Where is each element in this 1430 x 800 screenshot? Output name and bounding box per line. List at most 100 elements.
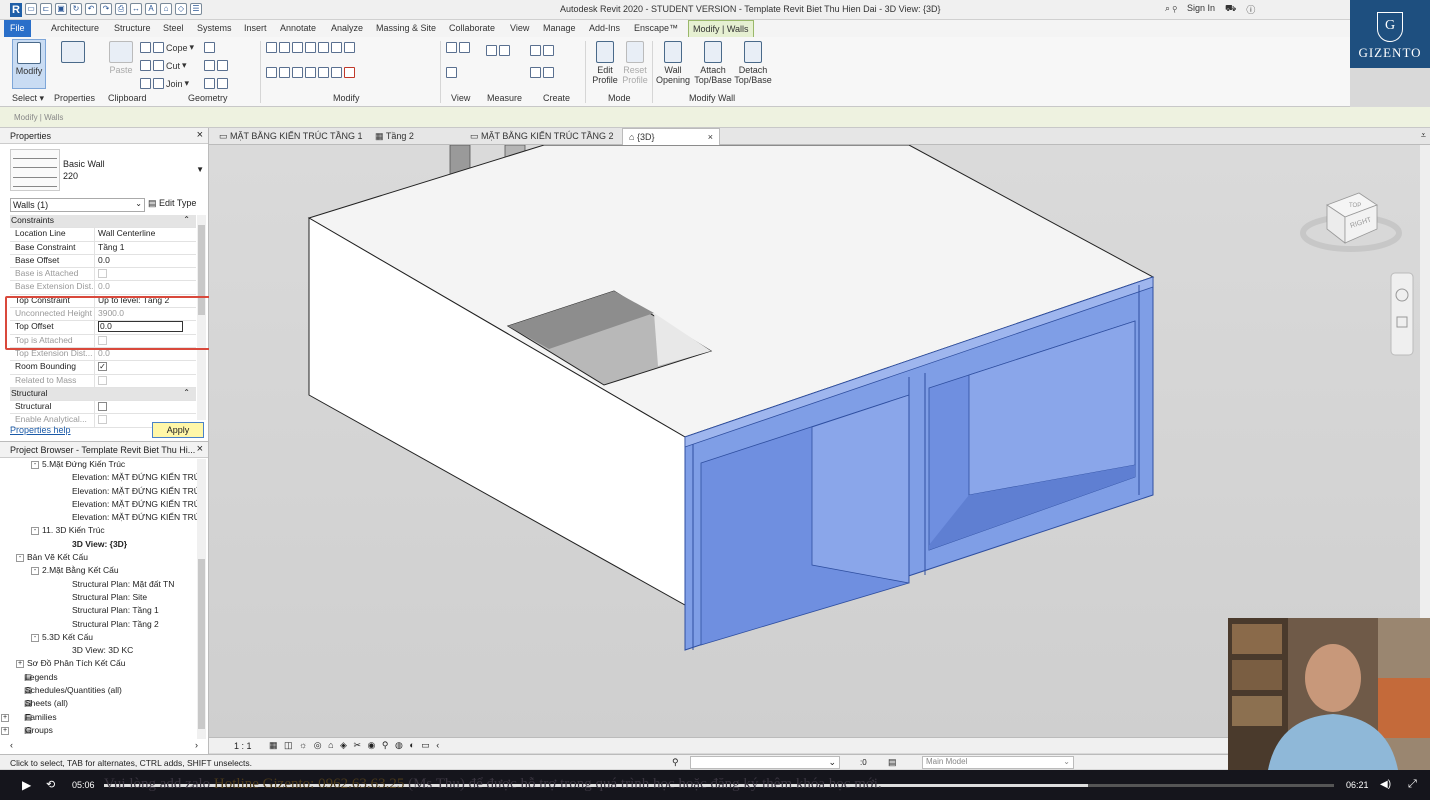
browser-tree-item[interactable]: 3D View: 3D KC bbox=[0, 645, 198, 658]
property-value[interactable]: Tầng 1 bbox=[95, 242, 196, 254]
play-icon[interactable]: ▶ bbox=[22, 778, 31, 792]
property-checkbox[interactable]: ✓ bbox=[98, 362, 107, 372]
browser-tree-item[interactable]: Legends ▤ bbox=[0, 672, 198, 685]
ribbon-tab-add-ins[interactable]: Add-Ins bbox=[589, 23, 620, 33]
tab-level-2[interactable]: ▦ Tầng 2 bbox=[369, 128, 420, 145]
browser-tree-item[interactable]: Structural Plan: Tầng 1 bbox=[0, 605, 198, 618]
browser-tree-item[interactable]: + Families ▤ bbox=[0, 712, 198, 725]
redo-icon[interactable]: ↷ bbox=[100, 3, 112, 15]
workset-select[interactable]: ⌄ bbox=[690, 756, 840, 769]
tab-3d-view[interactable]: ⌂ {3D} × bbox=[622, 128, 720, 145]
browser-hscrollbar[interactable]: ‹ › bbox=[10, 740, 198, 750]
help-icon[interactable]: ⓘ bbox=[1246, 3, 1255, 16]
volume-icon[interactable]: ◀) bbox=[1380, 779, 1391, 790]
design-options-icon[interactable]: ▤ bbox=[888, 757, 897, 768]
navigation-bar[interactable] bbox=[1390, 272, 1414, 356]
collapse-icon[interactable]: ⌃ bbox=[183, 215, 196, 227]
undo-icon[interactable]: ↶ bbox=[85, 3, 97, 15]
edit-type-button[interactable]: ▤ Edit Type bbox=[148, 198, 204, 212]
browser-tree-item[interactable]: Elevation: MẶT ĐỨNG KIẾN TRÚ bbox=[0, 512, 200, 525]
type-selector[interactable]: Basic Wall 220 ▼ bbox=[10, 147, 206, 193]
wall-opening-button[interactable]: Wall Opening bbox=[654, 39, 692, 89]
ribbon-tab-file[interactable]: File bbox=[4, 20, 31, 37]
expand-icon[interactable]: + bbox=[16, 660, 24, 669]
group-select[interactable]: Select ▾ bbox=[12, 93, 44, 104]
tab-floor-plan-1[interactable]: ▭ MẶT BẰNG KIẾN TRÚC TẦNG 1 bbox=[213, 128, 369, 145]
cope-button[interactable]: Cope ▾ bbox=[140, 42, 194, 53]
instance-filter-select[interactable]: Walls (1) ⌄ bbox=[10, 198, 145, 212]
collapse-icon[interactable]: ⌃ bbox=[183, 388, 196, 400]
ribbon-tab-analyze[interactable]: Analyze bbox=[331, 23, 363, 33]
join-button[interactable]: Join ▾ bbox=[140, 78, 189, 89]
search-icon[interactable]: ⌕ ⚲ bbox=[1165, 3, 1177, 16]
ribbon-tab-insert[interactable]: Insert bbox=[244, 23, 267, 33]
browser-tree-item[interactable]: -11. 3D Kiến Trúc bbox=[0, 525, 198, 538]
browser-tree-item[interactable]: + Groups ▤ bbox=[0, 725, 198, 738]
paste-button[interactable]: Paste bbox=[104, 39, 138, 89]
geometry-tools-c[interactable] bbox=[204, 78, 228, 89]
property-row[interactable]: Base Offset 0.0 bbox=[10, 254, 196, 269]
ribbon-tab-collaborate[interactable]: Collaborate bbox=[449, 23, 495, 33]
browser-tree-item[interactable]: 3D View: {3D} bbox=[0, 539, 198, 552]
collapse-icon[interactable]: - bbox=[31, 633, 39, 642]
collapse-icon[interactable]: - bbox=[31, 567, 39, 576]
browser-scrollbar[interactable] bbox=[197, 459, 206, 739]
property-row[interactable]: Base Constraint Tầng 1 bbox=[10, 241, 196, 255]
properties-section-header[interactable]: Structural ⌃ bbox=[10, 387, 196, 402]
expand-icon[interactable]: + bbox=[1, 713, 9, 722]
tab-floor-plan-2[interactable]: ▭ MẶT BẰNG KIẾN TRÚC TẦNG 2 bbox=[464, 128, 620, 145]
close-icon[interactable]: × bbox=[197, 129, 203, 141]
open-icon[interactable]: ⊏ bbox=[40, 3, 52, 15]
print-icon[interactable]: ⎙ bbox=[115, 3, 127, 15]
properties-section-header[interactable]: Constraints ⌃ bbox=[10, 215, 196, 229]
browser-tree-item[interactable]: -2.Mặt Bằng Kết Cấu bbox=[0, 565, 198, 578]
property-row[interactable]: Room Bounding ✓ bbox=[10, 361, 196, 375]
create-tools-2[interactable] bbox=[530, 67, 554, 78]
modify-tools-row1[interactable] bbox=[266, 42, 355, 53]
modify-tools-row2[interactable] bbox=[266, 67, 355, 78]
collapse-icon[interactable]: - bbox=[31, 461, 39, 469]
browser-tree-item[interactable]: Sheets (all) ▤ bbox=[0, 698, 198, 711]
browser-tree-item[interactable]: -5.Mặt Đứng Kiến Trúc bbox=[0, 459, 198, 472]
browser-tree-item[interactable]: Elevation: MẶT ĐỨNG KIẾN TRÚ bbox=[0, 499, 200, 512]
3d-icon[interactable]: ⌂ bbox=[160, 3, 172, 15]
edit-profile-button[interactable]: Edit Profile bbox=[590, 39, 620, 89]
section-icon[interactable]: ◇ bbox=[175, 3, 187, 15]
geometry-tools-a[interactable] bbox=[204, 42, 215, 53]
revit-logo-icon[interactable]: R bbox=[10, 3, 22, 17]
property-row[interactable]: Structural bbox=[10, 401, 196, 415]
browser-tree-item[interactable]: Structural Plan: Site bbox=[0, 592, 198, 605]
chevron-right-icon[interactable]: › bbox=[195, 740, 198, 750]
modify-button[interactable]: Modify bbox=[12, 39, 46, 89]
view-scale[interactable]: 1 : 1 bbox=[234, 741, 252, 751]
browser-tree-item[interactable]: Elevation: MẶT ĐỨNG KIẾN TRÚ bbox=[0, 486, 200, 499]
design-option-select[interactable]: Main Model ⌄ bbox=[922, 756, 1074, 769]
chevron-left-icon[interactable]: ‹ bbox=[10, 740, 13, 750]
sign-in-link[interactable]: Sign In bbox=[1187, 3, 1215, 16]
ribbon-tab-view[interactable]: View bbox=[510, 23, 529, 33]
collapse-icon[interactable]: - bbox=[31, 527, 39, 536]
create-tools[interactable] bbox=[530, 45, 554, 56]
measure-icon[interactable]: ↔ bbox=[130, 3, 142, 15]
view-tools[interactable] bbox=[446, 42, 470, 53]
ribbon-tab-manage[interactable]: Manage bbox=[543, 23, 576, 33]
collapse-icon[interactable]: - bbox=[16, 554, 24, 563]
property-value[interactable]: 0.0 bbox=[95, 255, 196, 267]
cut-button[interactable]: Cut ▾ bbox=[140, 60, 187, 71]
sync-icon[interactable]: ↻ bbox=[70, 3, 82, 15]
cart-icon[interactable]: ⛟ bbox=[1225, 3, 1236, 16]
new-icon[interactable]: ▭ bbox=[25, 3, 37, 15]
browser-tree-item[interactable]: -5.3D Kết Cấu bbox=[0, 632, 198, 645]
attach-top-base-button[interactable]: Attach Top/Base bbox=[694, 39, 732, 89]
ribbon-tab-annotate[interactable]: Annotate bbox=[280, 23, 316, 33]
property-row[interactable]: Location Line Wall Centerline bbox=[10, 228, 196, 242]
rewind-10-icon[interactable]: ⟲ bbox=[46, 778, 55, 791]
reset-profile-button[interactable]: Reset Profile bbox=[620, 39, 650, 89]
close-hidden-icon[interactable]: ☰ bbox=[190, 3, 202, 15]
browser-tree-item[interactable]: - Bản Vẽ Kết Cấu bbox=[0, 552, 198, 565]
measure-tools[interactable] bbox=[486, 45, 510, 56]
tab-menu-icon[interactable]: ⩡ bbox=[1421, 130, 1426, 141]
close-icon[interactable]: × bbox=[708, 132, 713, 142]
property-checkbox[interactable] bbox=[98, 402, 107, 412]
browser-tree-item[interactable]: + Sơ Đồ Phân Tích Kết Cấu bbox=[0, 658, 198, 671]
